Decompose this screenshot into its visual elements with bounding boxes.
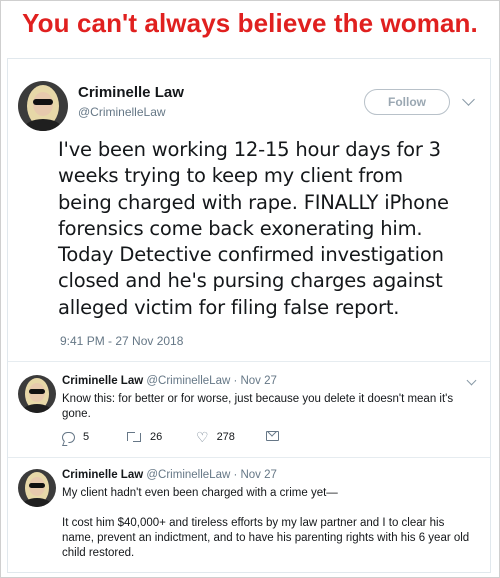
heart-icon: ♡ xyxy=(196,429,209,445)
reply-line xyxy=(62,501,482,516)
reply-line: It cost him $40,000+ and tireless effort… xyxy=(62,517,445,529)
reply-text: My client hadn't even been charged with … xyxy=(62,486,482,561)
reply-icon xyxy=(62,431,75,443)
tweet-card: Criminelle Law @CriminelleLaw Follow I'v… xyxy=(7,58,491,573)
tweet-line: Today Detective confirmed investigation xyxy=(58,243,444,267)
avatar-sunglasses xyxy=(29,483,45,488)
tweet-actions: 5 26 ♡ 278 xyxy=(62,429,292,447)
tweet-line: weeks trying to keep my client from xyxy=(58,164,403,188)
reply-author-name[interactable]: Criminelle Law xyxy=(62,375,143,387)
retweet-count: 26 xyxy=(150,431,163,443)
headline: You can't always believe the woman. xyxy=(22,8,478,38)
avatar-sunglasses xyxy=(29,389,45,394)
reply-text: Know this: for better or for worse, just… xyxy=(62,392,482,422)
avatar-shirt xyxy=(22,498,52,507)
reply-header: Criminelle Law @CriminelleLaw · Nov 27 xyxy=(62,469,277,481)
reply-author-name[interactable]: Criminelle Law xyxy=(62,469,143,481)
reply-avatar[interactable] xyxy=(18,375,56,413)
author-handle[interactable]: @CriminelleLaw xyxy=(78,105,166,119)
like-action[interactable]: ♡ 278 xyxy=(196,429,235,445)
tweet-line: forensics come back exonerating him. xyxy=(58,216,423,240)
avatar-shirt xyxy=(24,119,62,131)
tweet-line: being charged with rape. FINALLY iPhone xyxy=(58,190,449,214)
reply-count: 5 xyxy=(83,431,90,443)
retweet-action[interactable]: 26 xyxy=(126,431,162,443)
chevron-down-icon[interactable] xyxy=(466,375,477,386)
reply-line: gone. xyxy=(62,408,91,420)
follow-button[interactable]: Follow xyxy=(364,89,450,115)
avatar-sunglasses xyxy=(33,99,53,105)
like-count: 278 xyxy=(216,431,235,443)
reply-meta[interactable]: @CriminelleLaw · Nov 27 xyxy=(146,375,277,387)
reply-meta[interactable]: @CriminelleLaw · Nov 27 xyxy=(146,469,277,481)
divider xyxy=(8,457,490,458)
reply-avatar[interactable] xyxy=(18,469,56,507)
reply-line: Know this: for better or for worse, just… xyxy=(62,393,454,405)
reply-header: Criminelle Law @CriminelleLaw · Nov 27 xyxy=(62,375,277,387)
retweet-icon xyxy=(126,431,142,443)
direct-message-icon xyxy=(266,431,279,441)
tweet-timestamp[interactable]: 9:41 PM - 27 Nov 2018 xyxy=(60,334,183,348)
direct-message-action[interactable] xyxy=(266,431,279,441)
reply-line: child restored. xyxy=(62,547,135,559)
reply-line: My client hadn't even been charged with … xyxy=(62,487,338,499)
author-avatar[interactable] xyxy=(18,81,68,131)
author-name[interactable]: Criminelle Law xyxy=(78,84,184,101)
tweet-line: I've been working 12-15 hour days for 3 xyxy=(58,138,441,161)
reply-action[interactable]: 5 xyxy=(62,431,89,443)
reply-item[interactable]: Criminelle Law @CriminelleLaw · Nov 27 M… xyxy=(8,469,490,572)
tweet-text: I've been working 12-15 hour days for 3 … xyxy=(58,137,488,321)
reply-item[interactable]: Criminelle Law @CriminelleLaw · Nov 27 K… xyxy=(8,375,490,455)
tweet-line: closed and he's pursing charges against xyxy=(58,269,443,293)
reply-line: name, prevent an indictment, and to have… xyxy=(62,532,470,544)
tweet-line: alleged victim for filing false report. xyxy=(58,295,400,319)
avatar-shirt xyxy=(22,404,52,413)
chevron-down-icon[interactable] xyxy=(462,93,475,106)
divider xyxy=(8,361,490,362)
